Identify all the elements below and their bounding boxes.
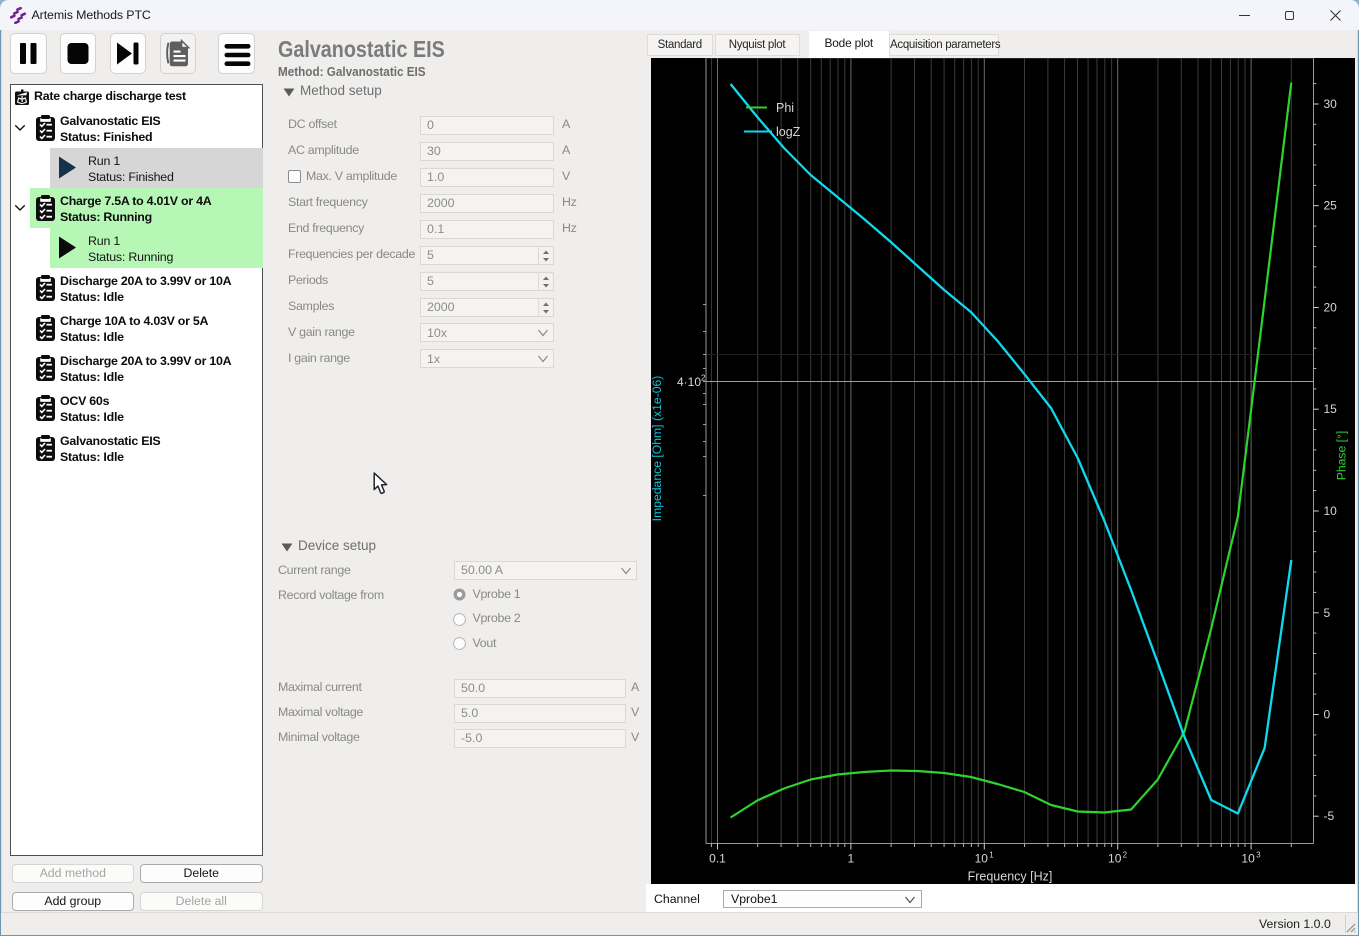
- svg-text:4·10: 4·10: [677, 375, 701, 389]
- svg-text:-5: -5: [1324, 809, 1335, 823]
- svg-text:10: 10: [975, 851, 989, 865]
- svg-text:25: 25: [1324, 198, 1338, 212]
- svg-text:1: 1: [848, 851, 855, 865]
- svg-text:Phi: Phi: [776, 101, 794, 115]
- svg-text:Impedance [Ohm] (x1e-06): Impedance [Ohm] (x1e-06): [651, 375, 664, 521]
- svg-text:0: 0: [1324, 707, 1331, 721]
- svg-text:Frequency [Hz]: Frequency [Hz]: [968, 869, 1053, 883]
- svg-text:1: 1: [989, 850, 994, 859]
- svg-text:10: 10: [1108, 851, 1122, 865]
- svg-text:2: 2: [1123, 850, 1128, 859]
- svg-text:5: 5: [1324, 605, 1331, 619]
- svg-text:logZ: logZ: [776, 125, 801, 139]
- svg-text:30: 30: [1324, 97, 1338, 111]
- svg-text:0.1: 0.1: [709, 851, 726, 865]
- svg-text:2: 2: [701, 373, 706, 382]
- svg-text:10: 10: [1241, 851, 1255, 865]
- svg-text:3: 3: [1256, 850, 1261, 859]
- svg-text:Phase [°]: Phase [°]: [1335, 430, 1349, 480]
- svg-text:20: 20: [1324, 300, 1338, 314]
- svg-text:15: 15: [1324, 402, 1338, 416]
- svg-text:10: 10: [1324, 504, 1338, 518]
